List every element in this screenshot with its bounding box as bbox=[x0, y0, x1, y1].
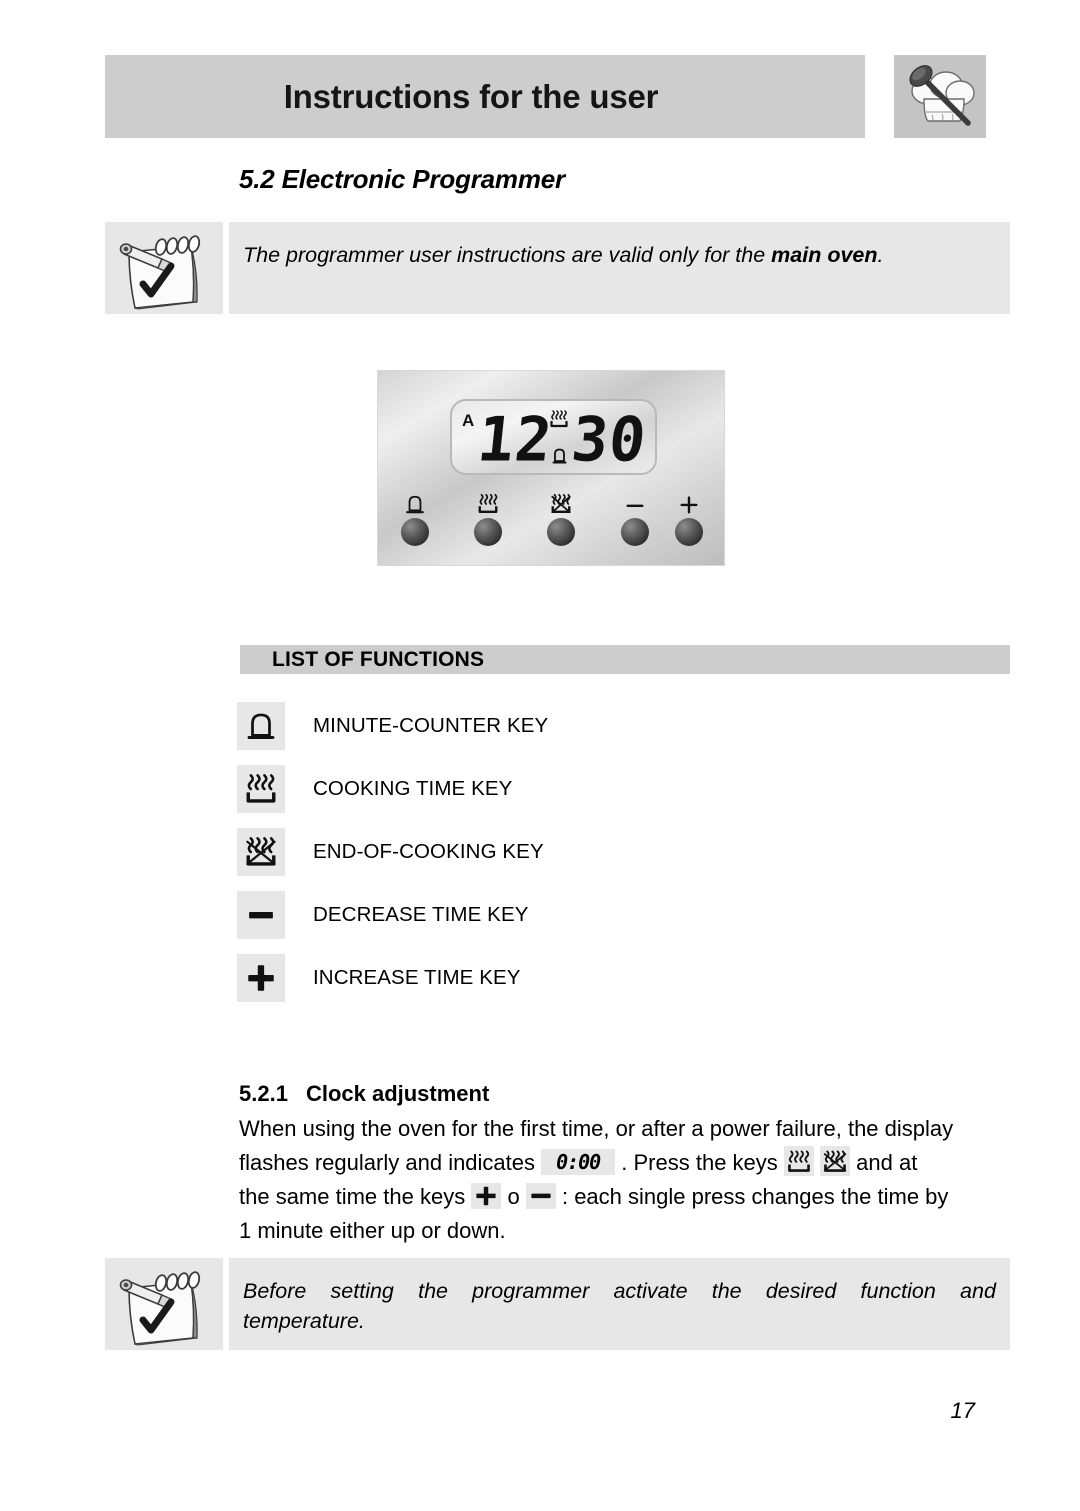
function-label: END-OF-COOKING KEY bbox=[313, 839, 544, 863]
chef-hat-spoon-icon bbox=[894, 55, 986, 138]
note-word: setting bbox=[330, 1279, 394, 1303]
page-header-bar: Instructions for the user bbox=[105, 55, 865, 138]
line2-word-3: and bbox=[405, 1150, 443, 1175]
inline-minus-icon bbox=[525, 1183, 556, 1210]
function-row-end-of-cooking: END-OF-COOKING KEY bbox=[237, 820, 1007, 883]
line2-word-2: regularly bbox=[314, 1150, 400, 1175]
function-label: COOKING TIME KEY bbox=[313, 776, 513, 800]
note-word: function bbox=[860, 1279, 936, 1303]
list-of-functions-label: LIST OF FUNCTIONS bbox=[272, 647, 485, 671]
notepad-pencil-check-icon bbox=[105, 1258, 223, 1350]
cooking-icon bbox=[473, 489, 503, 515]
list-of-functions-bar: LIST OF FUNCTIONS bbox=[240, 645, 1010, 674]
function-label: DECREASE TIME KEY bbox=[313, 902, 529, 926]
line2-word-5: . Press the keys bbox=[621, 1150, 778, 1175]
function-label: INCREASE TIME KEY bbox=[313, 965, 521, 989]
plus-icon bbox=[237, 953, 285, 1002]
inline-plus-icon bbox=[471, 1183, 502, 1210]
clock-adjustment-paragraph: When using the oven for the first time, … bbox=[239, 1112, 1010, 1248]
subsection-number: 5.2.1 bbox=[239, 1081, 288, 1106]
note-bottom-line-1: Before setting the programmer activate t… bbox=[243, 1276, 996, 1306]
note-bottom-text: Before setting the programmer activate t… bbox=[243, 1276, 996, 1336]
lcd-bell-indicator-icon bbox=[552, 447, 567, 465]
functions-list: MINUTE-COUNTER KEY COOKING TIME KEY END-… bbox=[237, 694, 1007, 1009]
note-bottom-text-cell: Before setting the programmer activate t… bbox=[229, 1258, 1010, 1350]
function-row-cooking-time: COOKING TIME KEY bbox=[237, 757, 1007, 820]
panel-cooking-time-key[interactable] bbox=[473, 489, 503, 546]
note-word: programmer bbox=[472, 1279, 590, 1303]
note-word: activate bbox=[613, 1279, 688, 1303]
key-button-dot[interactable] bbox=[474, 518, 502, 546]
bell-icon bbox=[237, 701, 285, 750]
key-button-dot[interactable] bbox=[621, 518, 649, 546]
inline-end-of-cooking-icon bbox=[820, 1146, 851, 1177]
page-number: 17 bbox=[950, 1398, 975, 1423]
electronic-programmer-panel-image: A 12 30 bbox=[377, 370, 725, 566]
inline-lcd-zero-chip: 0:00 bbox=[541, 1149, 616, 1176]
note-top-text-bold: main oven bbox=[771, 243, 878, 267]
programmer-lcd-display: A 12 30 bbox=[450, 399, 657, 476]
note-word: desired bbox=[765, 1279, 837, 1303]
function-row-minute-counter: MINUTE-COUNTER KEY bbox=[237, 694, 1007, 757]
plus-icon bbox=[674, 489, 704, 515]
line2-word-4: indicates bbox=[448, 1150, 536, 1175]
note-top-text-cell: The programmer user instructions are val… bbox=[229, 222, 1010, 314]
panel-increase-time-key[interactable] bbox=[674, 489, 704, 546]
note-top-text-before: The programmer user instructions are val… bbox=[243, 243, 772, 267]
bell-icon bbox=[400, 489, 430, 515]
key-button-dot[interactable] bbox=[675, 518, 703, 546]
function-label: MINUTE-COUNTER KEY bbox=[313, 713, 549, 737]
note-bottom-line-2: temperature. bbox=[243, 1309, 365, 1333]
note-box-bottom: Before setting the programmer activate t… bbox=[105, 1258, 1010, 1350]
line3-text-3: : each single press changes the time by bbox=[561, 1184, 949, 1209]
minus-icon bbox=[620, 489, 650, 515]
note-top-text: The programmer user instructions are val… bbox=[243, 240, 996, 270]
panel-minute-counter-key[interactable] bbox=[400, 489, 430, 546]
cooking-icon bbox=[237, 764, 285, 813]
line3-text-1: the same time the keys bbox=[239, 1184, 466, 1209]
line3-text-2: o bbox=[507, 1184, 520, 1209]
lcd-hours: 12 bbox=[474, 404, 557, 476]
subsection-title: 5.2.1 Clock adjustment bbox=[239, 1081, 1010, 1107]
lcd-minutes: 30 bbox=[568, 404, 651, 476]
note-word: the bbox=[418, 1279, 448, 1303]
paragraph-line-4: 1 minute either up or down. bbox=[239, 1218, 506, 1243]
paragraph-line-1: When using the oven for the first time, … bbox=[239, 1116, 954, 1141]
page-title: Instructions for the user bbox=[283, 77, 659, 115]
inline-cooking-icon bbox=[783, 1146, 814, 1177]
end-of-cooking-icon bbox=[237, 827, 285, 876]
line2-word-1: flashes bbox=[239, 1150, 309, 1175]
panel-end-of-cooking-key[interactable] bbox=[546, 489, 576, 546]
note-top-text-after: . bbox=[877, 243, 884, 267]
subsection-title-text: Clock adjustment bbox=[305, 1081, 490, 1106]
lcd-auto-indicator: A bbox=[462, 411, 475, 430]
end-of-cooking-icon bbox=[546, 489, 576, 515]
function-row-decrease-time: DECREASE TIME KEY bbox=[237, 883, 1007, 946]
line2-word-6: and at bbox=[856, 1150, 918, 1175]
section-heading: 5.2 Electronic Programmer bbox=[239, 164, 565, 194]
key-button-dot[interactable] bbox=[401, 518, 429, 546]
subsection-clock-adjustment: 5.2.1 Clock adjustment When using the ove… bbox=[239, 1081, 1010, 1248]
notepad-pencil-check-icon bbox=[105, 222, 223, 314]
note-word: the bbox=[711, 1279, 742, 1303]
note-box-top: The programmer user instructions are val… bbox=[105, 222, 1010, 314]
key-button-dot[interactable] bbox=[547, 518, 575, 546]
paragraph-line-2: flashes regularly and indicates 0:00 . P… bbox=[239, 1146, 1010, 1180]
function-row-increase-time: INCREASE TIME KEY bbox=[237, 946, 1007, 1009]
note-word: and bbox=[960, 1279, 996, 1303]
panel-decrease-time-key[interactable] bbox=[620, 489, 650, 546]
lcd-cooking-indicator-icon bbox=[549, 409, 569, 429]
minus-icon bbox=[237, 890, 285, 939]
paragraph-line-3: the same time the keys o : each single p… bbox=[239, 1180, 1010, 1214]
note-word: Before bbox=[243, 1279, 307, 1303]
